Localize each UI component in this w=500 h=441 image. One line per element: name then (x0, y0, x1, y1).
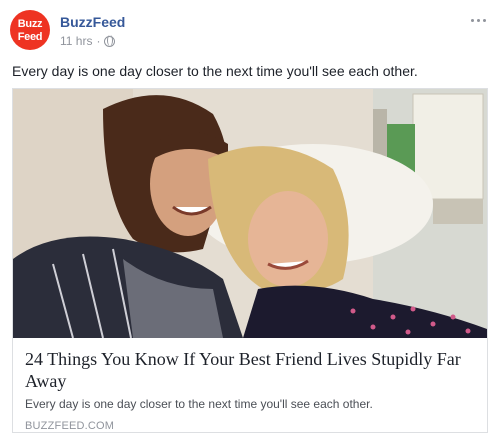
link-preview-card[interactable]: 24 Things You Know If Your Best Friend L… (12, 88, 488, 433)
more-dot (482, 18, 486, 22)
post-header: Buzz Feed BuzzFeed 11 hrs · (10, 10, 490, 54)
post-meta: 11 hrs · (60, 34, 116, 48)
link-preview-image[interactable] (13, 89, 487, 338)
avatar-logo-line: Buzz (17, 18, 43, 30)
link-description: Every day is one day closer to the next … (25, 397, 373, 411)
page-avatar[interactable]: Buzz Feed (10, 10, 50, 50)
post-message: Every day is one day closer to the next … (12, 63, 418, 79)
avatar-logo-line: Feed (17, 31, 43, 43)
more-options-icon[interactable] (466, 12, 490, 28)
meta-separator: · (96, 34, 101, 48)
globe-icon[interactable] (104, 35, 116, 47)
post-timestamp[interactable]: 11 hrs (60, 34, 92, 48)
page-name-link[interactable]: BuzzFeed (60, 14, 125, 30)
more-dot (470, 18, 474, 22)
link-title[interactable]: 24 Things You Know If Your Best Friend L… (25, 348, 475, 392)
link-preview-text[interactable]: 24 Things You Know If Your Best Friend L… (13, 338, 487, 432)
more-dot (476, 18, 480, 22)
link-domain: BUZZFEED.COM (25, 420, 115, 432)
facebook-post: Buzz Feed BuzzFeed 11 hrs · Every day is… (0, 0, 500, 441)
